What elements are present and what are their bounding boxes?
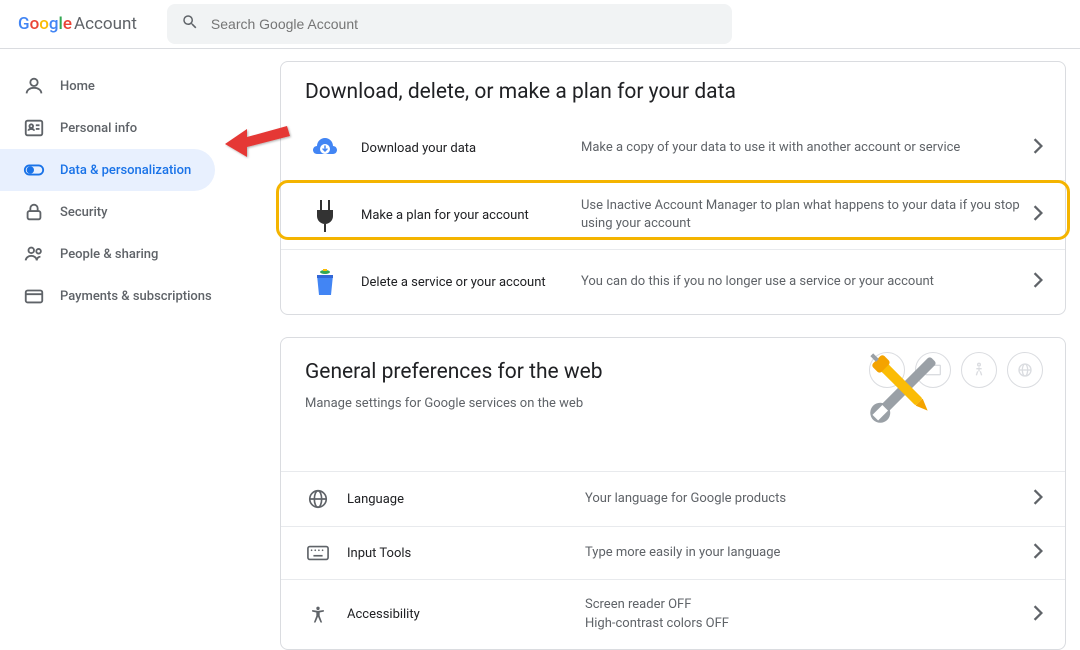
row-input-tools[interactable]: Input Tools Type more easily in your lan… (281, 526, 1065, 579)
plug-icon (303, 198, 347, 232)
row-delete-service[interactable]: Delete a service or your account You can… (281, 249, 1065, 314)
google-wordmark: Google (18, 14, 72, 34)
row-download-data[interactable]: Download your data Make a copy of your d… (281, 116, 1065, 180)
sidebar-item-payments[interactable]: Payments & subscriptions (0, 275, 280, 317)
globe-icon (303, 488, 333, 510)
search-icon (181, 13, 199, 35)
row-desc: Make a copy of your data to use it with … (581, 139, 1023, 157)
people-sharing-icon (22, 242, 46, 266)
accessibility-circle-icon (961, 352, 997, 388)
row-make-plan[interactable]: Make a plan for your account Use Inactiv… (281, 180, 1065, 249)
chevron-right-icon (1033, 205, 1043, 225)
row-desc: Type more easily in your language (585, 544, 1023, 562)
google-account-logo[interactable]: Google Account (18, 14, 137, 34)
row-accessibility[interactable]: Accessibility Screen reader OFF High-con… (281, 579, 1065, 648)
tools-illustration (850, 338, 960, 442)
sidebar-item-home[interactable]: Home (0, 65, 280, 107)
nav-label: Personal info (60, 121, 137, 136)
header: Google Account (0, 0, 1080, 49)
chevron-right-icon (1033, 543, 1043, 563)
annotation-red-arrow (225, 109, 295, 163)
download-cloud-icon (303, 132, 347, 164)
data-personalization-icon (22, 158, 46, 182)
data-management-card: Download, delete, or make a plan for you… (280, 61, 1066, 315)
payments-icon (22, 284, 46, 308)
globe-circle-icon (1007, 352, 1043, 388)
row-label: Language (347, 492, 585, 507)
security-icon (22, 200, 46, 224)
accessibility-icon (303, 604, 333, 626)
row-label: Download your data (361, 141, 581, 156)
row-label: Input Tools (347, 546, 585, 561)
sidebar-item-security[interactable]: Security (0, 191, 280, 233)
row-language[interactable]: Language Your language for Google produc… (281, 471, 1065, 526)
search-bar[interactable] (167, 4, 732, 44)
personal-info-icon (22, 116, 46, 140)
row-label: Delete a service or your account (361, 275, 581, 290)
nav-label: Payments & subscriptions (60, 289, 212, 304)
trash-icon (303, 266, 347, 298)
row-desc: Screen reader OFF High-contrast colors O… (585, 596, 1023, 632)
account-word: Account (74, 14, 137, 34)
card-title: Download, delete, or make a plan for you… (281, 80, 1065, 104)
chevron-right-icon (1033, 605, 1043, 625)
main-content: Download, delete, or make a plan for you… (280, 49, 1080, 579)
nav-label: Home (60, 79, 95, 94)
sidebar-item-people-sharing[interactable]: People & sharing (0, 233, 280, 275)
chevron-right-icon (1033, 138, 1043, 158)
row-desc: Use Inactive Account Manager to plan wha… (581, 197, 1023, 233)
home-icon (22, 74, 46, 98)
row-desc: Your language for Google products (585, 490, 1023, 508)
sidebar: Home Personal info Data & personalizatio… (0, 49, 280, 579)
chevron-right-icon (1033, 272, 1043, 292)
chevron-right-icon (1033, 489, 1043, 509)
keyboard-icon (303, 545, 333, 561)
row-desc: You can do this if you no longer use a s… (581, 273, 1023, 291)
row-label: Accessibility (347, 607, 585, 622)
nav-label: Security (60, 205, 107, 220)
search-input[interactable] (211, 16, 718, 32)
nav-label: Data & personalization (60, 163, 191, 178)
general-preferences-card: General preferences for the web Manage s… (280, 337, 1066, 649)
row-label: Make a plan for your account (361, 208, 581, 223)
nav-label: People & sharing (60, 247, 158, 262)
